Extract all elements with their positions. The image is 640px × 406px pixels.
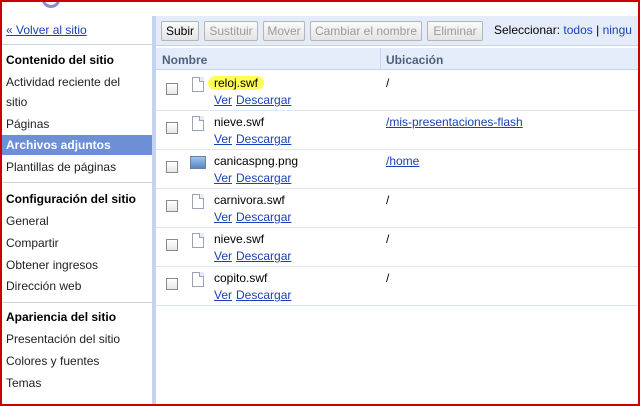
image-icon (190, 156, 206, 169)
delete-button[interactable]: Eliminar (427, 21, 483, 41)
section-heading-content: Contenido del sitio (6, 53, 114, 67)
rename-button[interactable]: Cambiar el nombre (310, 21, 422, 41)
table-row: copito.swf Ver Descargar / (156, 267, 638, 306)
file-name: canicaspng.png (214, 154, 299, 168)
view-link[interactable]: Ver (214, 93, 232, 107)
view-link[interactable]: Ver (214, 171, 232, 185)
table-row: nieve.swf Ver Descargar / (156, 228, 638, 267)
row-checkbox[interactable] (166, 83, 178, 95)
section-heading-settings: Configuración del sitio (6, 192, 137, 206)
file-name: reloj.swf (208, 76, 265, 90)
logo-fragment-icon (42, 2, 60, 8)
download-link[interactable]: Descargar (236, 210, 291, 224)
replace-button[interactable]: Sustituir (204, 21, 258, 41)
row-checkbox[interactable] (166, 239, 178, 251)
view-link[interactable]: Ver (214, 249, 232, 263)
select-label: Seleccionar: (494, 23, 561, 37)
row-actions: Ver Descargar (214, 210, 295, 224)
sidebar-item-colors-fonts[interactable]: Colores y fuentes (6, 351, 99, 371)
sidebar-divider (2, 44, 152, 45)
document-icon (192, 233, 204, 248)
row-actions: Ver Descargar (214, 132, 295, 146)
select-all-link[interactable]: todos (563, 23, 592, 37)
select-controls: Seleccionar: todos | ningu (494, 23, 632, 37)
file-name: copito.swf (214, 271, 268, 285)
sidebar-item-attachments[interactable]: Archivos adjuntos (2, 135, 154, 155)
row-checkbox[interactable] (166, 161, 178, 173)
row-checkbox[interactable] (166, 200, 178, 212)
select-none-link[interactable]: ningu (603, 23, 632, 37)
row-checkbox[interactable] (166, 122, 178, 134)
download-link[interactable]: Descargar (236, 93, 291, 107)
table-row: carnivora.swf Ver Descargar / (156, 189, 638, 228)
download-link[interactable]: Descargar (236, 249, 291, 263)
file-location: / (386, 193, 390, 207)
sidebar-item-site-layout[interactable]: Presentación del sitio (6, 329, 120, 349)
table-header: Nombre Ubicación (156, 48, 638, 70)
document-icon (192, 116, 204, 131)
row-checkbox[interactable] (166, 278, 178, 290)
sidebar-item-page-templates[interactable]: Plantillas de páginas (6, 157, 116, 177)
upload-button[interactable]: Subir (161, 21, 199, 41)
row-actions: Ver Descargar (214, 93, 295, 107)
move-button[interactable]: Mover (263, 21, 305, 41)
row-actions: Ver Descargar (214, 288, 295, 302)
file-location: / (386, 232, 390, 246)
download-link[interactable]: Descargar (236, 288, 291, 302)
file-location-link[interactable]: /mis-presentaciones-flash (386, 115, 523, 129)
toolbar: Subir Sustituir Mover Cambiar el nombre … (156, 16, 638, 46)
sidebar-item-pages[interactable]: Páginas (6, 114, 49, 134)
sidebar-item-general[interactable]: General (6, 211, 49, 231)
file-name: carnivora.swf (214, 193, 285, 207)
sidebar-item-web-address[interactable]: Dirección web (6, 276, 81, 296)
row-actions: Ver Descargar (214, 249, 295, 263)
download-link[interactable]: Descargar (236, 171, 291, 185)
sidebar-item-share[interactable]: Compartir (6, 233, 59, 253)
document-icon (192, 272, 204, 287)
file-location: / (386, 271, 390, 285)
sidebar-item-themes[interactable]: Temas (6, 373, 41, 393)
row-actions: Ver Descargar (214, 171, 295, 185)
table-row: nieve.swf Ver Descargar /mis-presentacion… (156, 111, 638, 150)
file-name: nieve.swf (214, 115, 265, 129)
document-icon (192, 194, 204, 209)
sidebar-divider (2, 302, 152, 303)
document-icon (192, 77, 204, 92)
download-link[interactable]: Descargar (236, 132, 291, 146)
sidebar-item-recent-activity[interactable]: Actividad reciente del (6, 72, 120, 92)
select-separator: | (596, 23, 600, 37)
sidebar: « Volver al sitio Contenido del sitio Ac… (2, 16, 154, 404)
view-link[interactable]: Ver (214, 210, 232, 224)
sidebar-item-monetize[interactable]: Obtener ingresos (6, 255, 98, 275)
file-name: nieve.swf (214, 232, 265, 246)
back-to-site-link[interactable]: « Volver al sitio (6, 23, 87, 37)
table-row: canicaspng.png Ver Descargar /home (156, 150, 638, 189)
view-link[interactable]: Ver (214, 132, 232, 146)
column-header-name[interactable]: Nombre (162, 53, 207, 67)
sidebar-item-recent-activity-cont[interactable]: sitio (6, 92, 27, 112)
top-strip (2, 2, 638, 16)
view-link[interactable]: Ver (214, 288, 232, 302)
column-divider (380, 48, 381, 70)
sidebar-divider (2, 182, 152, 183)
table-row: reloj.swf Ver Descargar / (156, 72, 638, 111)
column-header-location[interactable]: Ubicación (386, 53, 443, 67)
file-location: / (386, 76, 390, 90)
file-location-link[interactable]: /home (386, 154, 419, 168)
section-heading-appearance: Apariencia del sitio (6, 310, 117, 324)
